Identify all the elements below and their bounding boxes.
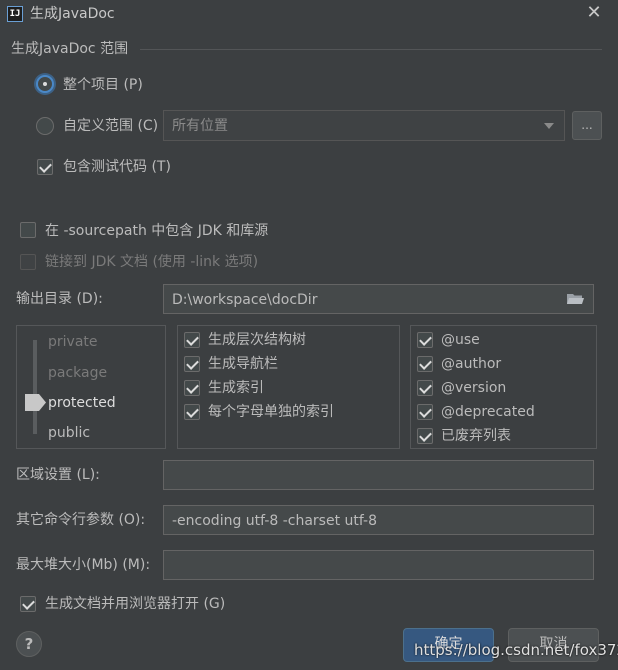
tag-author-checkbox[interactable] <box>417 356 433 372</box>
tag-deprecated-list-checkbox[interactable] <box>417 428 433 444</box>
whole-project-label[interactable]: 整个项目 (P) <box>63 76 143 94</box>
other-args-value: -encoding utf-8 -charset utf-8 <box>172 513 378 529</box>
other-args-label: 其它命令行参数 (O): <box>16 512 146 528</box>
tag-author-label[interactable]: @author <box>441 355 501 373</box>
tag-deprecated-list-label[interactable]: 已废弃列表 <box>441 427 511 445</box>
close-icon[interactable]: ✕ <box>585 3 603 23</box>
custom-scope-combo[interactable]: 所有位置 <box>163 110 565 141</box>
tag-version-label[interactable]: @version <box>441 379 506 397</box>
custom-scope-radio[interactable] <box>36 117 54 135</box>
gen-split-index-checkbox[interactable] <box>184 404 200 420</box>
custom-scope-label[interactable]: 自定义范围 (C) <box>63 117 158 135</box>
locale-label: 区域设置 (L): <box>16 467 100 483</box>
gen-navbar-checkbox[interactable] <box>184 356 200 372</box>
gen-index-checkbox[interactable] <box>184 380 200 396</box>
visibility-level-private[interactable]: private <box>48 333 98 351</box>
include-tests-label[interactable]: 包含测试代码 (T) <box>63 158 171 176</box>
include-tests-checkbox[interactable] <box>37 159 53 175</box>
help-button[interactable]: ? <box>16 631 42 657</box>
gen-tree-label[interactable]: 生成层次结构树 <box>208 331 306 349</box>
visibility-level-package[interactable]: package <box>48 364 107 382</box>
tag-use-label[interactable]: @use <box>441 331 480 349</box>
heap-size-label: 最大堆大小(Mb) (M): <box>16 557 151 573</box>
custom-scope-value: 所有位置 <box>172 118 228 134</box>
open-browser-checkbox[interactable] <box>20 596 36 612</box>
other-args-field[interactable]: -encoding utf-8 -charset utf-8 <box>163 505 594 535</box>
visibility-level-public[interactable]: public <box>48 424 90 442</box>
window-title: 生成JavaDoc <box>30 6 115 22</box>
tag-use-checkbox[interactable] <box>417 332 433 348</box>
browse-scope-button[interactable]: ... <box>572 111 602 140</box>
gen-index-label[interactable]: 生成索引 <box>208 379 264 397</box>
chevron-down-icon <box>544 123 554 129</box>
watermark-text: https://blog.csdn.net/fox372 <box>414 641 618 659</box>
locale-field[interactable] <box>163 460 594 490</box>
gen-tree-checkbox[interactable] <box>184 332 200 348</box>
slider-thumb-icon[interactable] <box>25 394 46 411</box>
section-divider <box>140 49 602 50</box>
include-jdk-label[interactable]: 在 -sourcepath 中包含 JDK 和库源 <box>45 222 268 240</box>
visibility-level-protected[interactable]: protected <box>48 394 116 412</box>
output-dir-label: 输出目录 (D): <box>16 291 103 307</box>
whole-project-radio[interactable] <box>36 75 54 93</box>
intellij-app-icon: IJ <box>7 6 23 22</box>
tag-deprecated-label[interactable]: @deprecated <box>441 403 535 421</box>
link-jdk-checkbox <box>20 254 36 270</box>
scope-section-header: 生成JavaDoc 范围 <box>11 41 129 57</box>
tag-version-checkbox[interactable] <box>417 380 433 396</box>
folder-icon[interactable] <box>567 293 584 305</box>
gen-split-index-label[interactable]: 每个字母单独的索引 <box>208 403 334 421</box>
link-jdk-label: 链接到 JDK 文档 (使用 -link 选项) <box>45 254 259 270</box>
gen-navbar-label[interactable]: 生成导航栏 <box>208 355 278 373</box>
visibility-slider-track[interactable] <box>33 340 37 434</box>
open-browser-label[interactable]: 生成文档并用浏览器打开 (G) <box>45 595 225 613</box>
heap-size-field[interactable] <box>163 550 594 580</box>
tag-deprecated-checkbox[interactable] <box>417 404 433 420</box>
output-dir-value: D:\workspace\docDir <box>172 292 318 308</box>
include-jdk-checkbox[interactable] <box>20 222 36 238</box>
output-dir-field[interactable]: D:\workspace\docDir <box>163 284 594 314</box>
